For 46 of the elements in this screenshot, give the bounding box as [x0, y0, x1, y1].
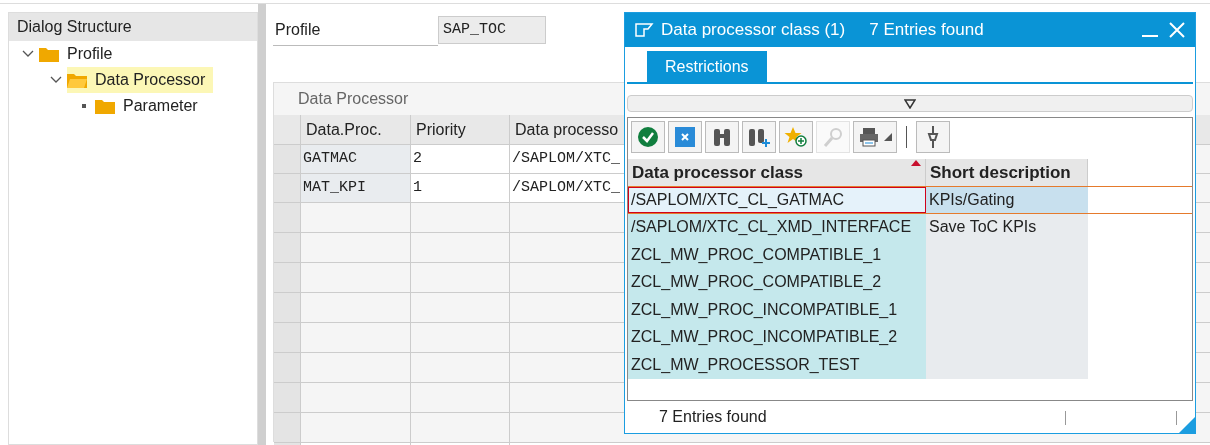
- panel-title: Dialog Structure: [9, 13, 257, 41]
- table-cell-text: ZCL_MW_PROC_COMPATIBLE_2: [631, 272, 882, 293]
- folder-icon: [67, 72, 87, 88]
- table-cell-text: /SAPLOM/XTC_CL_GATMAC: [631, 189, 845, 210]
- print-button[interactable]: [853, 121, 897, 153]
- table-cell: MAT_KPI: [300, 174, 410, 202]
- table-cell-text: Save ToC KPIs: [929, 217, 1037, 238]
- column-header[interactable]: Priority: [410, 115, 509, 144]
- table-cell-text: KPIs/Gating: [929, 189, 1015, 210]
- tree-item[interactable]: Parameter: [95, 93, 206, 119]
- folder-icon: [95, 98, 115, 114]
- tree-item[interactable]: Profile: [39, 41, 121, 67]
- dropdown-caret-icon[interactable]: [884, 133, 892, 141]
- group-title: Data Processor: [298, 89, 409, 109]
- check-icon[interactable]: [631, 121, 665, 153]
- column-header[interactable]: Data.Proc.: [300, 115, 410, 144]
- star-plus-icon[interactable]: [779, 121, 813, 153]
- table-cell-text: ZCL_MW_PROC_INCOMPATIBLE_2: [631, 327, 898, 348]
- close-icon[interactable]: [1169, 22, 1185, 38]
- column-header[interactable]: Data processor class: [628, 159, 926, 186]
- table-cell-text: ZCL_MW_PROC_INCOMPATIBLE_1: [631, 299, 898, 320]
- table-cell: GATMAC: [300, 145, 410, 173]
- chevron-down-icon[interactable]: [22, 50, 34, 58]
- table-cell[interactable]: 1: [410, 174, 509, 202]
- expand-triangle-icon[interactable]: [904, 98, 916, 109]
- profile-field[interactable]: SAP_TOC: [438, 16, 546, 44]
- printer-icon: [858, 126, 880, 148]
- binoculars-plus-icon[interactable]: [742, 121, 776, 153]
- cancel-icon[interactable]: [668, 121, 702, 153]
- chevron-down-icon[interactable]: [50, 76, 62, 84]
- table-cell-text: /SAPLOM/XTC_CL_XMD_INTERFACE: [631, 217, 912, 238]
- result-row[interactable]: /SAPLOM/XTC_CL_GATMAC KPIs/Gating: [628, 186, 1192, 214]
- column-header[interactable]: Short description: [926, 159, 1088, 186]
- folder-icon: [39, 46, 59, 62]
- bullet-icon: [82, 104, 86, 108]
- table-cell-text: ZCL_MW_PROCESSOR_TEST: [631, 354, 860, 375]
- table-cell-text: ZCL_MW_PROC_COMPATIBLE_1: [631, 244, 882, 265]
- dialog-icon: [635, 23, 655, 37]
- pin-icon[interactable]: [916, 121, 950, 153]
- binoculars-icon[interactable]: [705, 121, 739, 153]
- resize-grip-icon[interactable]: [1179, 417, 1195, 433]
- tree-item[interactable]: Data Processor: [67, 67, 214, 93]
- dialog-title: Data processor class (1): [661, 19, 846, 42]
- dialog-subtitle: 7 Entries found: [869, 19, 984, 42]
- table-cell[interactable]: 2: [410, 145, 509, 173]
- status-text: 7 Entries found: [659, 407, 767, 427]
